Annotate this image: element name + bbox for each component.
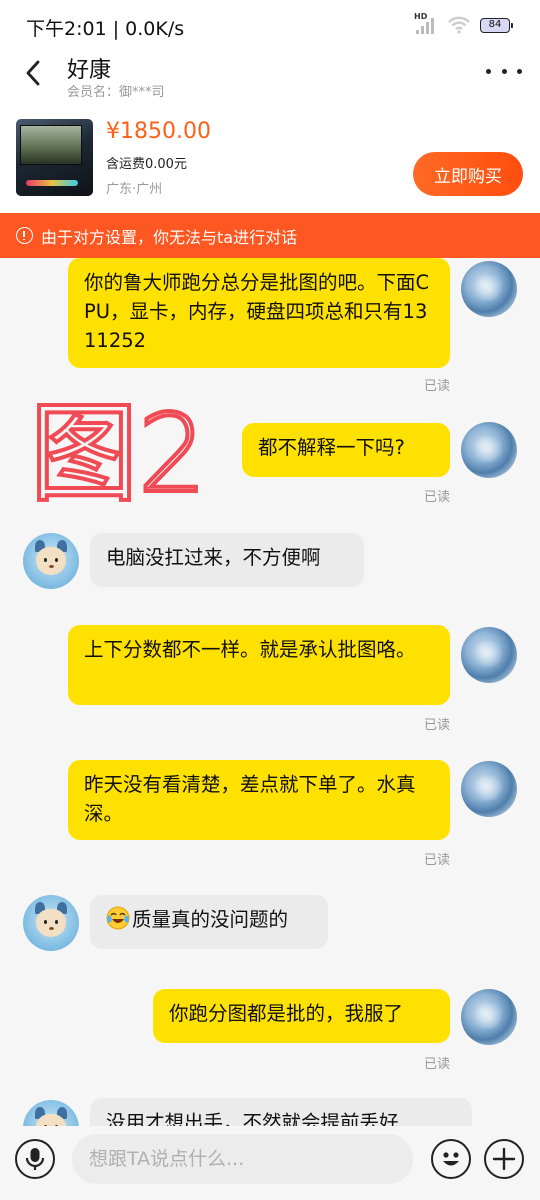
smiley-icon[interactable] [431, 1139, 471, 1179]
microphone-icon[interactable] [15, 1139, 55, 1179]
product-card[interactable]: ¥1850.00 含运费0.00元 广东·广州 立即购买 [0, 102, 540, 213]
message-bubble-sent[interactable]: 都不解释一下吗? [242, 423, 450, 477]
wifi-icon [448, 16, 470, 34]
product-shipping: 含运费0.00元 [106, 157, 187, 172]
status-bar: 下午2:01 | 0.0K/s HD 84 [0, 0, 540, 52]
message-text: 质量真的没问题的 [132, 908, 289, 931]
member-name: 会员名：御***司 [67, 85, 165, 100]
restriction-text: 由于对方设置，你无法与ta进行对话 [41, 227, 298, 247]
svg-text:图2: 图2 [30, 395, 207, 505]
my-avatar[interactable] [461, 627, 517, 683]
chat-header: 好康 会员名：御***司 [0, 52, 540, 102]
cellular-signal-icon: HD [414, 12, 438, 35]
watermark-label: 图2 [30, 395, 209, 505]
my-avatar[interactable] [461, 989, 517, 1045]
buy-now-button[interactable]: 立即购买 [413, 152, 523, 196]
more-dots-icon[interactable] [486, 64, 522, 78]
message-bubble-received[interactable]: 没用才想出手，不然就会提前丢好 [90, 1098, 472, 1126]
status-icons: HD 84 [414, 12, 513, 35]
chat-title: 好康 [67, 58, 112, 83]
chevron-left-icon[interactable] [20, 58, 50, 88]
read-receipt: 已读 [424, 379, 451, 394]
info-circle-icon [16, 227, 33, 244]
plus-icon[interactable] [484, 1139, 524, 1179]
my-avatar[interactable] [461, 761, 517, 817]
crying-laughing-emoji-icon [106, 906, 130, 930]
chat-restriction-banner: 由于对方设置，你无法与ta进行对话 [0, 213, 540, 258]
message-bubble-sent[interactable]: 昨天没有看清楚，差点就下单了。水真深。 [68, 760, 450, 840]
message-bubble-sent[interactable]: 你跑分图都是批的，我服了 [153, 989, 450, 1043]
read-receipt: 已读 [424, 1057, 451, 1072]
seller-avatar[interactable] [23, 1100, 79, 1126]
message-bubble-sent[interactable]: 你的鲁大师跑分总分是批图的吧。下面CPU，显卡，内存，硬盘四项总和只有13112… [68, 258, 450, 368]
seller-avatar[interactable] [23, 533, 79, 589]
message-input[interactable] [72, 1134, 413, 1184]
product-location: 广东·广州 [106, 182, 163, 197]
message-list[interactable]: 你的鲁大师跑分总分是批图的吧。下面CPU，显卡，内存，硬盘四项总和只有13112… [0, 258, 540, 1126]
battery-icon: 84 [480, 17, 513, 33]
read-receipt: 已读 [424, 718, 451, 733]
message-bubble-received[interactable]: 质量真的没问题的 [90, 895, 328, 949]
product-thumbnail[interactable] [16, 119, 93, 196]
read-receipt: 已读 [424, 853, 451, 868]
message-bubble-sent[interactable]: 上下分数都不一样。就是承认批图咯。 [68, 625, 450, 705]
read-receipt: 已读 [424, 490, 451, 505]
input-bar [0, 1126, 540, 1200]
my-avatar[interactable] [461, 261, 517, 317]
status-time: 下午2:01 | 0.0K/s [26, 18, 185, 40]
product-price: ¥1850.00 [106, 119, 211, 144]
my-avatar[interactable] [461, 422, 517, 478]
seller-avatar[interactable] [23, 895, 79, 951]
message-bubble-received[interactable]: 电脑没扛过来，不方便啊 [90, 533, 364, 587]
